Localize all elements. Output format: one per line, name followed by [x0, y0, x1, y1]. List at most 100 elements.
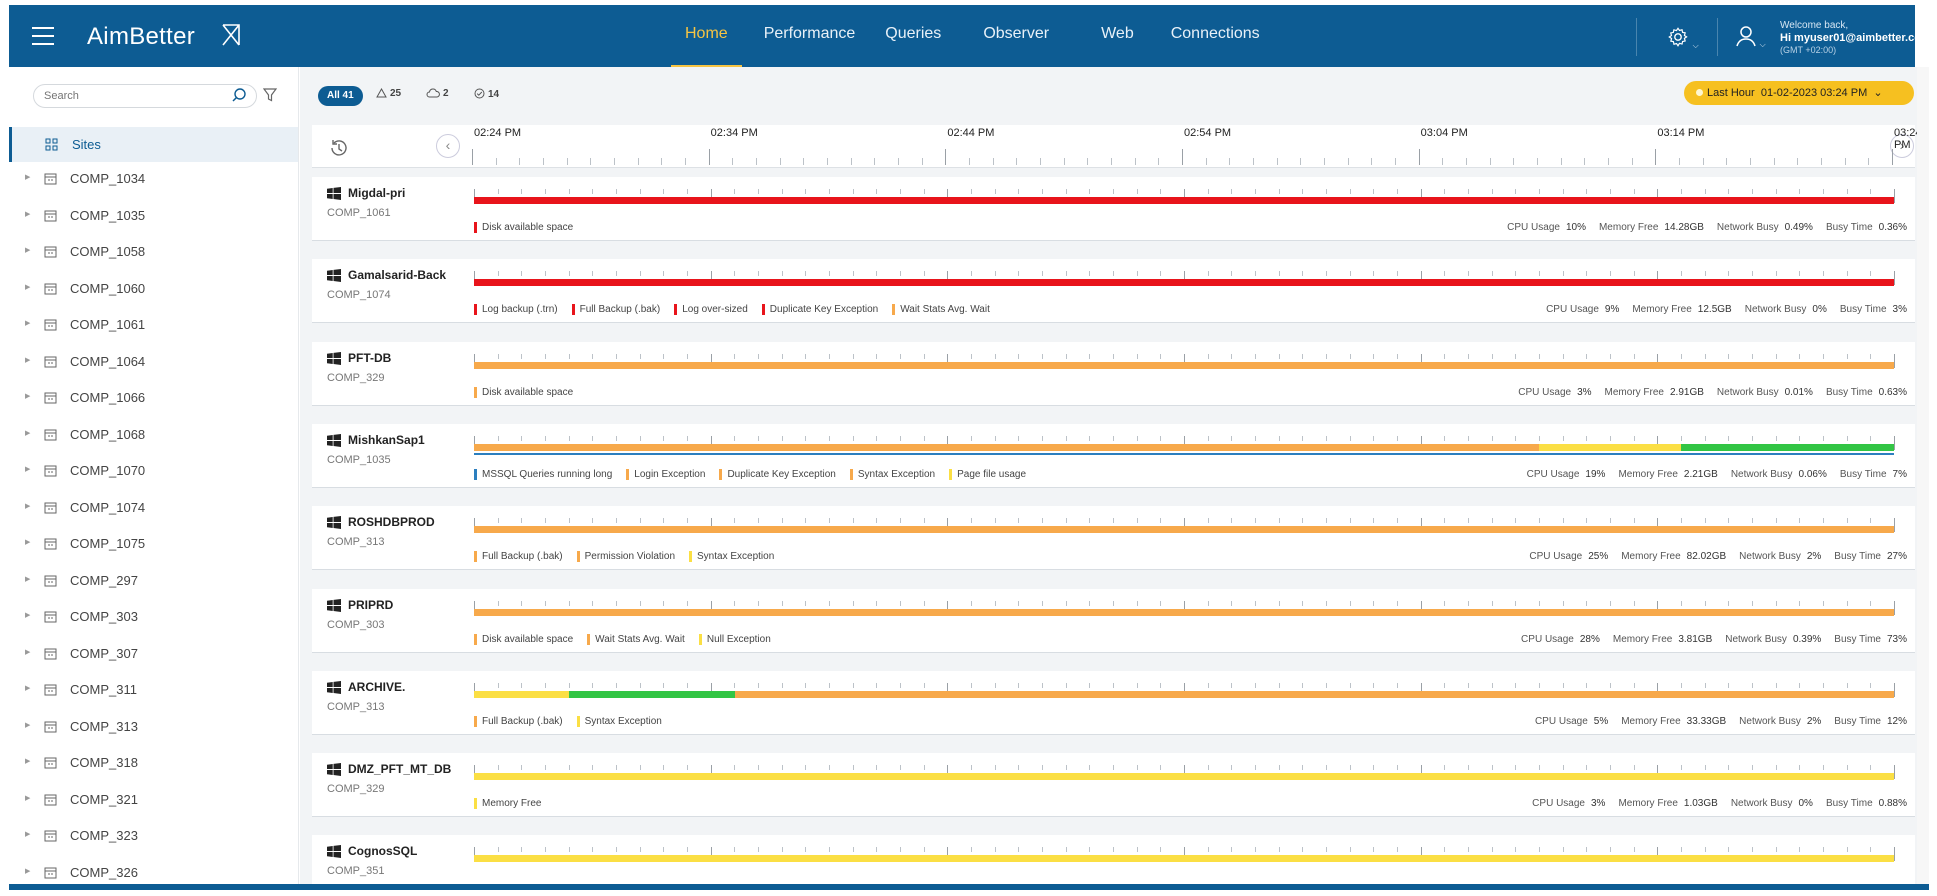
hamburger-menu-icon[interactable]	[32, 27, 54, 45]
sidebar-item-site[interactable]: ▶ COMP_1070	[9, 454, 298, 491]
alert-tag[interactable]: Memory Free	[474, 798, 541, 810]
tab-home[interactable]: Home	[671, 5, 742, 67]
status-segment-green[interactable]	[569, 690, 736, 698]
sidebar-item-site[interactable]: ▶ COMP_1058	[9, 235, 298, 272]
expand-arrow-icon[interactable]: ▶	[25, 502, 30, 510]
alert-tag[interactable]: Wait Stats Avg. Wait	[892, 304, 990, 316]
server-name[interactable]: Gamalsarid-Back	[348, 268, 446, 282]
alert-tag[interactable]: Wait Stats Avg. Wait	[587, 633, 685, 645]
sidebar-item-site[interactable]: ▶ COMP_1034	[9, 162, 298, 199]
alert-tag[interactable]: Disk available space	[474, 633, 573, 645]
sidebar-item-sites[interactable]: Sites	[9, 127, 298, 162]
sidebar-item-site[interactable]: ▶ COMP_326	[9, 856, 298, 885]
status-bar[interactable]	[474, 608, 1894, 616]
server-card[interactable]: Migdal-pri COMP_1061 Disk available space C…	[312, 177, 1915, 241]
alert-tag[interactable]: Login Exception	[626, 468, 705, 480]
expand-arrow-icon[interactable]: ▶	[25, 830, 30, 838]
expand-arrow-icon[interactable]: ▶	[25, 392, 30, 400]
scrollbar[interactable]	[1917, 67, 1929, 884]
tab-queries[interactable]: Queries	[885, 5, 941, 67]
server-card[interactable]: PFT-DB COMP_329 Disk available space CPU Us…	[312, 341, 1915, 406]
alert-tag[interactable]: Disk available space	[474, 386, 573, 398]
tab-web[interactable]: Web	[1101, 5, 1134, 67]
sidebar-item-site[interactable]: ▶ COMP_1060	[9, 272, 298, 309]
server-name[interactable]: ARCHIVE.	[348, 680, 405, 694]
tab-connections[interactable]: Connections	[1171, 5, 1260, 67]
search-icon[interactable]	[231, 87, 247, 103]
expand-arrow-icon[interactable]: ▶	[25, 356, 30, 364]
expand-arrow-icon[interactable]: ▶	[25, 721, 30, 729]
status-bar[interactable]	[474, 855, 1894, 863]
expand-arrow-icon[interactable]: ▶	[25, 246, 30, 254]
sidebar-item-site[interactable]: ▶ COMP_318	[9, 746, 298, 783]
expand-arrow-icon[interactable]: ▶	[25, 575, 30, 583]
expand-arrow-icon[interactable]: ▶	[25, 319, 30, 327]
status-segment-orange[interactable]	[474, 608, 1894, 616]
timeline-prev-button[interactable]: ‹	[436, 134, 460, 158]
expand-arrow-icon[interactable]: ▶	[25, 173, 30, 181]
sidebar-item-site[interactable]: ▶ COMP_323	[9, 819, 298, 856]
sidebar-item-site[interactable]: ▶ COMP_297	[9, 564, 298, 601]
sidebar-item-site[interactable]: ▶ COMP_1074	[9, 491, 298, 528]
expand-arrow-icon[interactable]: ▶	[25, 283, 30, 291]
server-name[interactable]: PFT-DB	[348, 351, 391, 365]
filter-cloud-button[interactable]: 2	[426, 88, 449, 99]
filter-icon[interactable]	[263, 88, 277, 102]
status-segment-orange[interactable]	[735, 690, 1894, 698]
filter-warnings-button[interactable]: 25	[376, 87, 401, 99]
expand-arrow-icon[interactable]: ▶	[25, 210, 30, 218]
expand-arrow-icon[interactable]: ▶	[25, 684, 30, 692]
sidebar-item-site[interactable]: ▶ COMP_1066	[9, 381, 298, 418]
server-card[interactable]: PRIPRD COMP_303 Disk available space Wait S…	[312, 588, 1915, 653]
server-card[interactable]: ARCHIVE. COMP_313 Full Backup (.bak) Syntax…	[312, 670, 1915, 735]
expand-arrow-icon[interactable]: ▶	[25, 429, 30, 437]
logo[interactable]: AimBetter	[87, 23, 240, 51]
history-clock-icon[interactable]	[328, 138, 350, 158]
sidebar-item-site[interactable]: ▶ COMP_1068	[9, 418, 298, 455]
expand-arrow-icon[interactable]: ▶	[25, 794, 30, 802]
status-segment-yellow[interactable]	[1539, 443, 1681, 451]
alert-tag[interactable]: Full Backup (.bak)	[474, 551, 563, 563]
status-segment-yellow[interactable]	[474, 773, 1894, 781]
sidebar-item-site[interactable]: ▶ COMP_303	[9, 600, 298, 637]
status-segment-yellow[interactable]	[474, 690, 570, 698]
server-card[interactable]: Gamalsarid-Back COMP_1074 Log backup (.trn…	[312, 259, 1915, 324]
server-card[interactable]: MishkanSap1 COMP_1035 MSSQL Queries runnin…	[312, 423, 1915, 488]
filter-ok-button[interactable]: 14	[474, 88, 499, 100]
server-name[interactable]: MishkanSap1	[348, 433, 425, 447]
server-name[interactable]: DMZ_PFT_MT_DB	[348, 762, 451, 776]
server-card[interactable]: ROSHDBPROD COMP_313 Full Backup (.bak) Perm…	[312, 506, 1915, 571]
sidebar-item-site[interactable]: ▶ COMP_313	[9, 710, 298, 747]
alert-tag[interactable]: Syntax Exception	[689, 551, 774, 563]
sidebar-item-site[interactable]: ▶ COMP_1035	[9, 199, 298, 236]
server-name[interactable]: PRIPRD	[348, 598, 393, 612]
expand-arrow-icon[interactable]: ▶	[25, 757, 30, 765]
alert-tag[interactable]: Log backup (.trn)	[474, 304, 558, 316]
status-bar[interactable]	[474, 773, 1894, 781]
tab-performance[interactable]: Performance	[764, 5, 856, 67]
status-bar[interactable]	[474, 443, 1894, 451]
status-segment-green[interactable]	[1681, 443, 1894, 451]
expand-arrow-icon[interactable]: ▶	[25, 611, 30, 619]
status-segment-yellow[interactable]	[474, 855, 1894, 863]
time-range-button[interactable]: Last Hour 01-02-2023 03:24 PM ⌄	[1684, 81, 1914, 105]
alert-tag[interactable]: Syntax Exception	[849, 468, 935, 480]
expand-arrow-icon[interactable]: ▶	[25, 867, 30, 875]
status-segment-orange[interactable]	[474, 443, 1539, 451]
tab-observer[interactable]: Observer	[983, 5, 1049, 67]
sidebar-item-site[interactable]: ▶ COMP_1075	[9, 527, 298, 564]
status-segment-red[interactable]	[474, 197, 1894, 204]
alert-tag[interactable]: Duplicate Key Exception	[761, 304, 878, 316]
alert-tag[interactable]: Permission Violation	[576, 551, 675, 563]
alert-tag[interactable]: Log over-sized	[674, 304, 748, 316]
status-segment-orange[interactable]	[474, 526, 1894, 534]
status-bar[interactable]	[474, 526, 1894, 534]
alert-tag[interactable]: Page file usage	[949, 468, 1026, 480]
status-segment-orange[interactable]	[474, 361, 1894, 369]
status-bar[interactable]	[474, 361, 1894, 369]
server-name[interactable]: Migdal-pri	[348, 186, 405, 200]
server-card[interactable]: DMZ_PFT_MT_DB COMP_329 Memory Free CPU Usag…	[312, 753, 1915, 818]
filter-all-button[interactable]: All 41	[318, 86, 363, 106]
expand-arrow-icon[interactable]: ▶	[25, 465, 30, 473]
server-name[interactable]: ROSHDBPROD	[348, 515, 435, 529]
